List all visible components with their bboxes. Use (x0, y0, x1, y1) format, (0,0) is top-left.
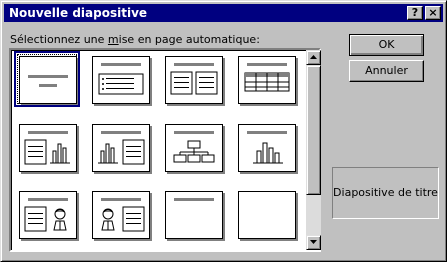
title-only-icon (174, 198, 214, 201)
layout-table[interactable] (238, 56, 296, 104)
title-bar: Nouvelle diapositive ? × (4, 4, 443, 22)
layout-bulleted-list[interactable] (92, 56, 150, 104)
layout-clip-art-and-text[interactable] (92, 191, 150, 239)
ok-button[interactable]: OK (349, 34, 424, 56)
scroll-up-button[interactable] (306, 50, 321, 65)
layout-chart-and-text[interactable] (92, 124, 150, 172)
focus-rectangle (17, 54, 77, 104)
help-button[interactable]: ? (407, 6, 423, 20)
label-suffix: ise en page automatique: (118, 33, 260, 46)
layout-description: Diapositive de titre (332, 167, 439, 219)
layout-blank[interactable] (238, 191, 296, 239)
bulleted-list-icon (98, 63, 144, 95)
new-slide-dialog: Nouvelle diapositive ? × Sélectionnez un… (0, 0, 447, 262)
vertical-scrollbar[interactable] (306, 50, 321, 250)
layout-text-and-chart[interactable] (19, 124, 77, 172)
layout-organization-chart[interactable] (165, 124, 223, 172)
layout-chart[interactable] (238, 124, 296, 172)
triangle-down-icon (310, 240, 317, 244)
chart-icon (247, 131, 287, 164)
layout-title-only[interactable] (165, 191, 223, 239)
table-icon (244, 63, 290, 92)
layout-two-column-text[interactable] (165, 56, 223, 104)
org-chart-icon (173, 131, 215, 163)
chart-and-text-icon (98, 131, 145, 165)
triangle-up-icon (310, 55, 317, 59)
text-and-chart-icon (24, 131, 70, 165)
label-mnemonic: m (107, 33, 119, 46)
text-and-clip-art-icon (24, 198, 68, 232)
blank-layout-icon (239, 192, 295, 238)
layout-text-and-clip-art[interactable] (19, 191, 77, 239)
scroll-thumb[interactable] (306, 65, 321, 195)
cancel-button[interactable]: Annuler (349, 60, 424, 82)
scroll-down-button[interactable] (306, 235, 321, 250)
close-button[interactable]: × (425, 6, 441, 20)
clip-art-and-text-icon (101, 198, 145, 232)
label-prefix: Sélectionnez une (10, 33, 108, 46)
layout-list-label: Sélectionnez une mise en page automatiqu… (10, 33, 260, 46)
two-column-text-icon (170, 63, 218, 95)
window-title: Nouvelle diapositive (9, 6, 148, 20)
